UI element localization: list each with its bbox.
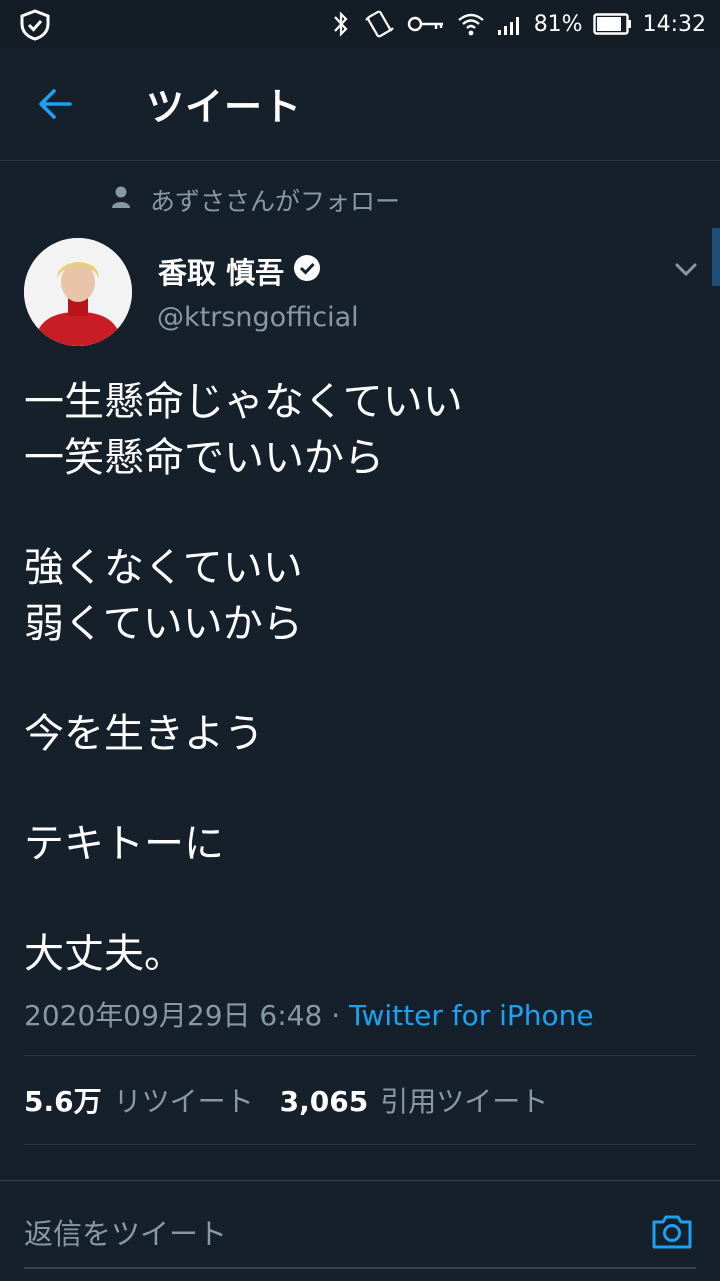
divider [24, 1055, 696, 1056]
tweet-line: 大丈夫。 [24, 931, 184, 977]
social-context-label: あずささんがフォロー [150, 187, 401, 216]
app-header: ツイート [0, 48, 720, 161]
status-bar: 81% 14:32 [0, 0, 720, 48]
tweet-stats: 5.6万 リツイート 3,065 引用ツイート [24, 1080, 548, 1120]
quotes-stat[interactable]: 3,065 引用ツイート [280, 1080, 549, 1120]
quotes-label: 引用ツイート [380, 1085, 549, 1118]
wifi-icon [456, 9, 486, 39]
divider [24, 1144, 696, 1145]
tweet-line: テキトーに [24, 821, 224, 867]
chevron-down-icon[interactable] [672, 255, 700, 283]
tweet-line: 今を生きよう [24, 711, 264, 757]
vibrate-icon [362, 9, 396, 39]
author-name: 香取 慎吾 [158, 256, 285, 290]
page-title: ツイート [146, 85, 303, 129]
verified-badge-icon [292, 253, 322, 290]
clock: 14:32 [642, 11, 706, 37]
quotes-count: 3,065 [279, 1085, 369, 1118]
tweet-text: 一生懸命じゃなくていい 一笑懸命でいいから 強くなくていい 弱くていいから 今を生きよう… [24, 374, 704, 982]
tweet-line: 一生懸命じゃなくていい [24, 379, 463, 425]
reply-input[interactable]: 返信をツイート [24, 1211, 227, 1253]
social-context[interactable]: あずささんがフォロー [110, 182, 400, 218]
tweet-timestamp[interactable]: 2020年09月29日 6:48 [24, 999, 322, 1032]
shield-check-icon [18, 8, 52, 46]
author-name-row[interactable]: 香取 慎吾 [158, 250, 322, 292]
retweets-label: リツイート [113, 1085, 254, 1118]
meta-separator: · [322, 999, 349, 1032]
scrollbar[interactable] [712, 228, 720, 286]
avatar[interactable] [24, 238, 132, 346]
camera-icon [652, 1215, 692, 1249]
tweet-line: 弱くていいから [24, 601, 303, 647]
back-button[interactable] [36, 86, 76, 122]
tweet-source-link[interactable]: Twitter for iPhone [349, 999, 594, 1032]
person-icon [110, 185, 132, 215]
camera-button[interactable] [650, 1209, 694, 1253]
tweet-meta: 2020年09月29日 6:48 · Twitter for iPhone [24, 994, 594, 1034]
signal-icon [496, 11, 524, 37]
reply-bar: 返信をツイート [0, 1180, 720, 1281]
battery-icon [592, 12, 633, 36]
arrow-left-icon [39, 89, 72, 119]
author-handle[interactable]: @ktrsngofficial [157, 302, 359, 333]
tweet-line: 強くなくていい [24, 545, 303, 591]
retweets-count: 5.6万 [24, 1085, 102, 1118]
reply-underline [24, 1267, 696, 1269]
vpn-key-icon [406, 13, 446, 35]
retweets-stat[interactable]: 5.6万 リツイート [24, 1080, 254, 1120]
tweet-line: 一笑懸命でいいから [24, 435, 384, 481]
bluetooth-icon [330, 9, 352, 39]
battery-percent: 81% [533, 11, 583, 37]
